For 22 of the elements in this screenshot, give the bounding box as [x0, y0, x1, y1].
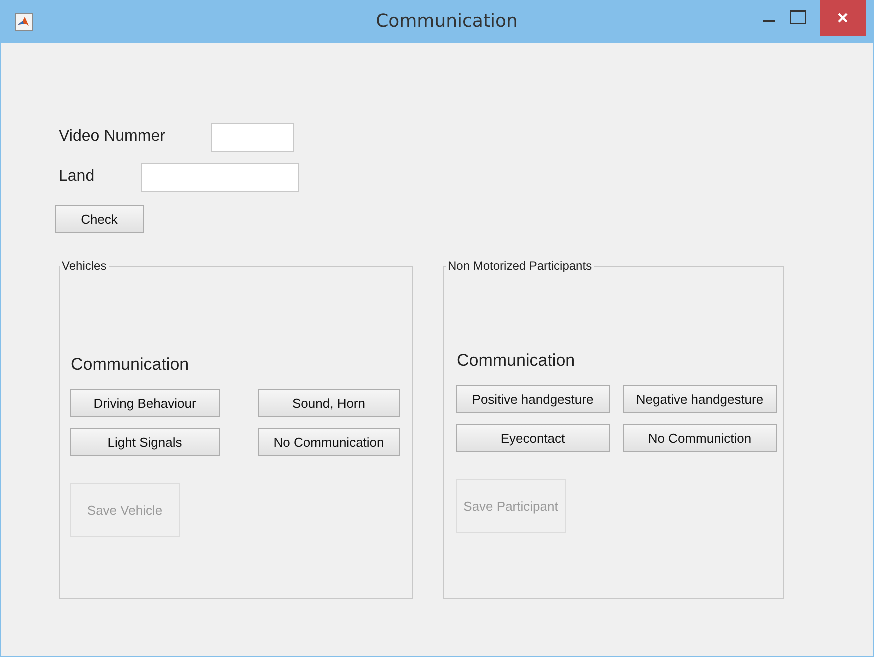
option-button[interactable]: No Communication [258, 428, 400, 456]
option-button[interactable]: Sound, Horn [258, 389, 400, 417]
check-button[interactable]: Check [55, 205, 144, 233]
option-button[interactable]: Light Signals [70, 428, 220, 456]
close-icon [837, 12, 849, 24]
close-button[interactable] [820, 0, 866, 36]
option-button[interactable]: Positive handgesture [456, 385, 610, 413]
input-field[interactable] [140, 162, 299, 192]
input-field[interactable] [211, 122, 294, 152]
field-label: Video Nummer [59, 128, 166, 146]
app-icon [15, 12, 33, 30]
option-button[interactable]: Driving Behaviour [70, 389, 220, 417]
field-label: Land [59, 168, 95, 186]
window-title: Communication [375, 11, 519, 32]
option-button[interactable]: No Communiction [623, 424, 777, 452]
panel-title: Non Motorized Participants [447, 259, 594, 273]
panel-title: Vehicles [61, 259, 108, 273]
option-button[interactable]: Negative handgesture [623, 385, 777, 413]
maximize-icon[interactable] [790, 10, 806, 24]
option-button[interactable]: Eyecontact [456, 424, 610, 452]
section-heading: Communication [71, 355, 190, 375]
section-heading: Communication [457, 351, 576, 371]
